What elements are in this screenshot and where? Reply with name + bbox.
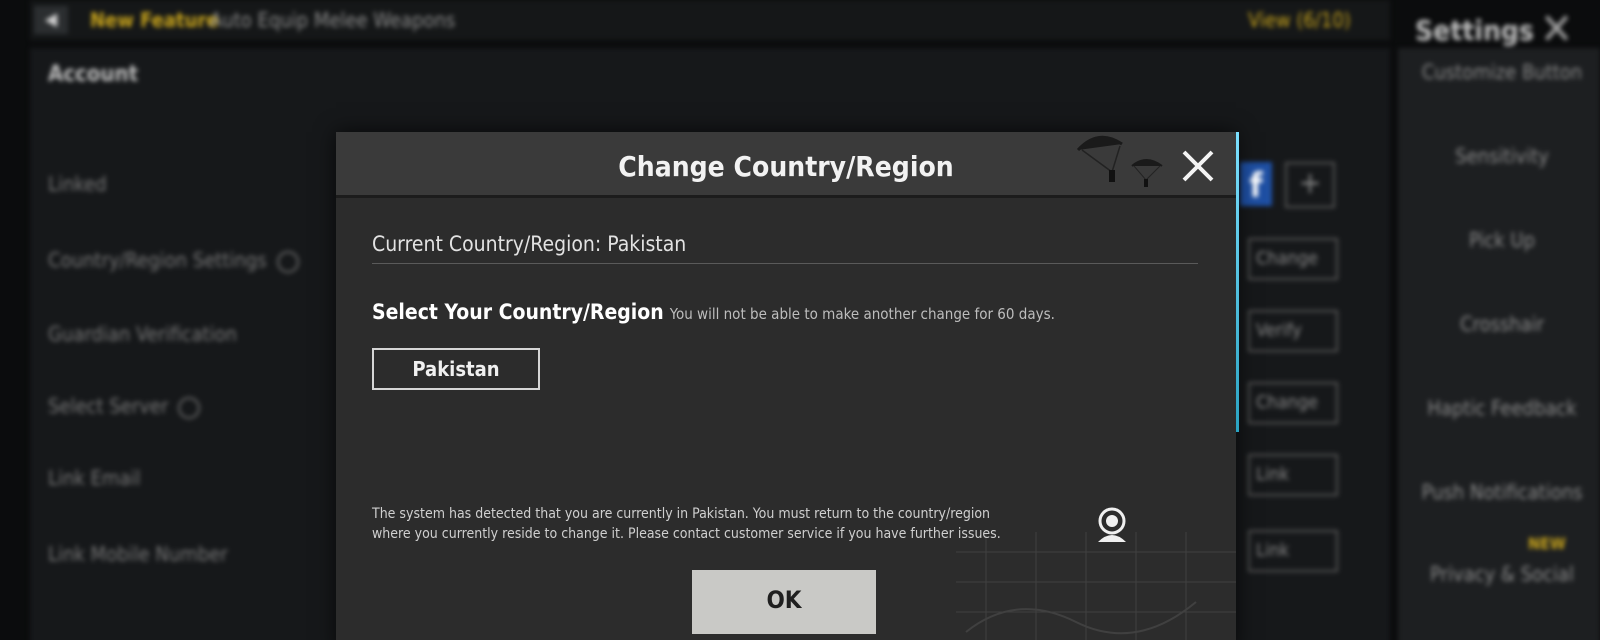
facebook-icon[interactable]: f [1240, 162, 1272, 206]
menu-item-push[interactable]: Push Notifications [1404, 480, 1600, 504]
customer-service-icon[interactable] [1092, 504, 1132, 544]
country-select-button[interactable]: Pakistan [372, 348, 540, 390]
settings-close-icon[interactable]: ✕ [1540, 8, 1573, 52]
account-row-label: Select Server [48, 394, 169, 418]
account-row-guardian: Guardian Verification [48, 322, 237, 346]
news-text: Auto Equip Melee Weapons [210, 8, 456, 32]
account-row-email: Link Email [48, 466, 141, 490]
close-icon[interactable] [1178, 146, 1218, 186]
account-row-label: Country/Region Settings [48, 248, 267, 272]
account-header: Account [48, 62, 139, 87]
news-tag: New Feature [90, 8, 219, 32]
menu-item-privacy[interactable]: Privacy & Social [1404, 562, 1600, 586]
link-email-button[interactable]: Link [1248, 454, 1338, 496]
ok-button[interactable]: OK [692, 570, 876, 634]
location-notice: The system has detected that you are cur… [372, 506, 1001, 542]
help-icon[interactable] [276, 250, 299, 273]
parachute-icon [1076, 135, 1163, 187]
menu-item-pickup[interactable]: Pick Up [1404, 228, 1600, 252]
divider [372, 263, 1198, 264]
settings-menu [1398, 48, 1600, 640]
verify-button[interactable]: Verify [1248, 310, 1338, 352]
add-link-icon[interactable]: + [1285, 162, 1335, 208]
new-badge: NEW [1528, 534, 1566, 553]
settings-title: Settings [1415, 14, 1534, 47]
select-country-label: Select Your Country/Region [372, 300, 664, 324]
account-row-linked: Linked [48, 172, 107, 196]
back-arrow-icon[interactable]: ◀ [34, 6, 68, 34]
change-button[interactable]: Change [1248, 238, 1338, 280]
account-row-mobile: Link Mobile Number [48, 542, 228, 566]
select-country-row: Select Your Country/Region You will not b… [372, 300, 1055, 324]
link-mobile-button[interactable]: Link [1248, 530, 1338, 572]
dialog-accent-edge [1236, 132, 1239, 432]
view-news-link[interactable]: View (6/10) [1248, 8, 1351, 32]
menu-item-crosshair[interactable]: Crosshair [1404, 312, 1600, 336]
menu-item-customize[interactable]: Customize Button [1404, 60, 1600, 84]
change-cooldown-note: You will not be able to make another cha… [669, 305, 1055, 323]
account-row-server: Select Server [48, 394, 201, 419]
current-country-label: Current Country/Region: Pakistan [372, 232, 687, 256]
account-row-country: Country/Region Settings [48, 248, 299, 273]
change-server-button[interactable]: Change [1248, 382, 1338, 424]
dialog-header: Change Country/Region [336, 132, 1236, 198]
help-icon[interactable] [178, 396, 201, 419]
menu-item-sensitivity[interactable]: Sensitivity [1404, 144, 1600, 168]
menu-item-haptic[interactable]: Haptic Feedback [1404, 396, 1600, 420]
map-grid-decoration [956, 532, 1236, 640]
change-country-dialog: Change Country/Region Current Country/Re… [336, 132, 1239, 640]
